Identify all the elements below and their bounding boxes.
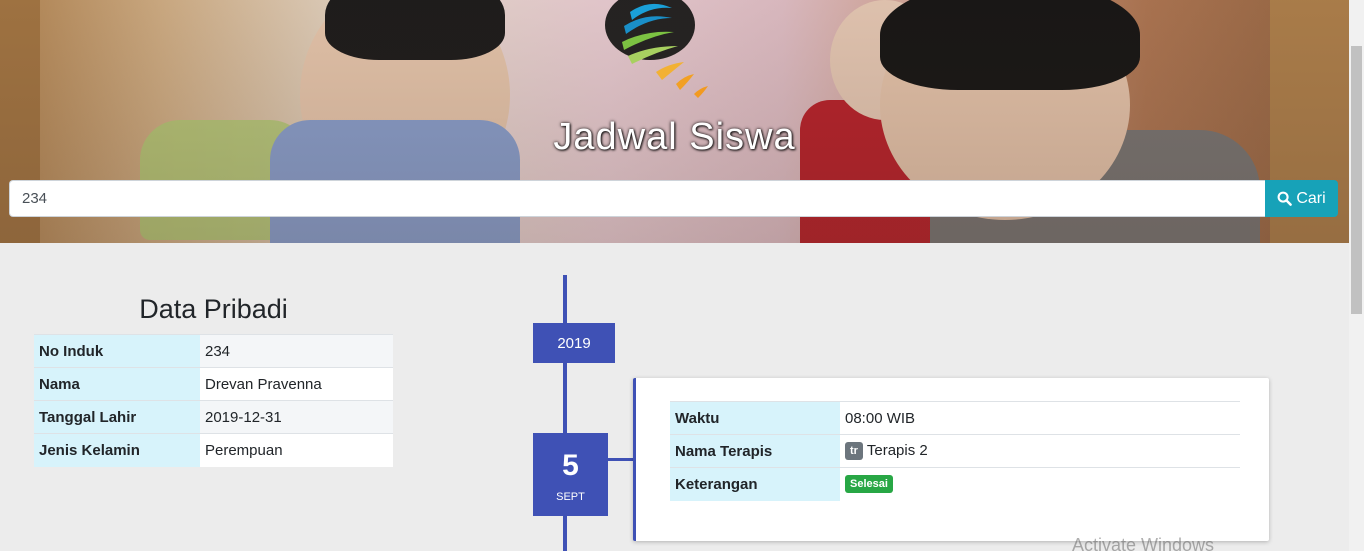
search-button[interactable]: Cari (1265, 180, 1338, 217)
search-input[interactable] (9, 180, 1265, 217)
row-label: Jenis Kelamin (34, 433, 200, 467)
row-value: Drevan Pravenna (200, 367, 393, 401)
row-label: Waktu (670, 401, 840, 435)
scrollbar-thumb[interactable] (1351, 46, 1362, 314)
table-row: Keterangan Selesai (670, 467, 1240, 501)
row-value: Perempuan (200, 433, 393, 467)
row-value: tr Terapis 2 (840, 434, 1240, 468)
page-title: Jadwal Siswa (553, 116, 796, 158)
timeline-day: 5 (562, 449, 579, 482)
personal-data-table: No Induk 234 Nama Drevan Pravenna Tangga… (34, 334, 393, 467)
search-icon (1277, 191, 1293, 206)
schedule-detail-table: Waktu 08:00 WIB Nama Terapis tr Terapis … (670, 401, 1240, 501)
row-value: 234 (200, 334, 393, 368)
timeline-month: SEPT (556, 491, 585, 503)
table-row: No Induk 234 (34, 334, 393, 368)
hero-banner: Jadwal Siswa Cari (0, 0, 1349, 243)
timeline-year: 2019 (533, 323, 615, 363)
therapist-badge: tr (845, 442, 863, 461)
table-row: Waktu 08:00 WIB (670, 401, 1240, 435)
row-value: 2019-12-31 (200, 400, 393, 434)
section-title-pribadi: Data Pribadi (139, 294, 288, 324)
row-label: Tanggal Lahir (34, 400, 200, 434)
status-badge: Selesai (845, 475, 893, 494)
table-row: Jenis Kelamin Perempuan (34, 433, 393, 467)
timeline-date-badge: 5 SEPT (533, 433, 608, 516)
search-button-label: Cari (1296, 189, 1326, 207)
therapist-name: Terapis 2 (866, 441, 928, 459)
table-row: Nama Drevan Pravenna (34, 367, 393, 401)
row-label: Nama Terapis (670, 434, 840, 468)
row-value: 08:00 WIB (840, 401, 1240, 435)
table-row: Tanggal Lahir 2019-12-31 (34, 400, 393, 434)
table-row: Nama Terapis tr Terapis 2 (670, 434, 1240, 468)
logo-icon (622, 3, 708, 98)
activate-windows-watermark: Activate Windows (1072, 535, 1215, 551)
timeline-connector (608, 458, 633, 461)
row-label: Keterangan (670, 467, 840, 501)
row-label: Nama (34, 367, 200, 401)
row-label: No Induk (34, 334, 200, 368)
page-scrollbar[interactable] (1349, 0, 1364, 551)
search-bar: Cari (9, 180, 1338, 217)
schedule-card: Waktu 08:00 WIB Nama Terapis tr Terapis … (633, 378, 1269, 541)
row-value: Selesai (840, 467, 1240, 501)
